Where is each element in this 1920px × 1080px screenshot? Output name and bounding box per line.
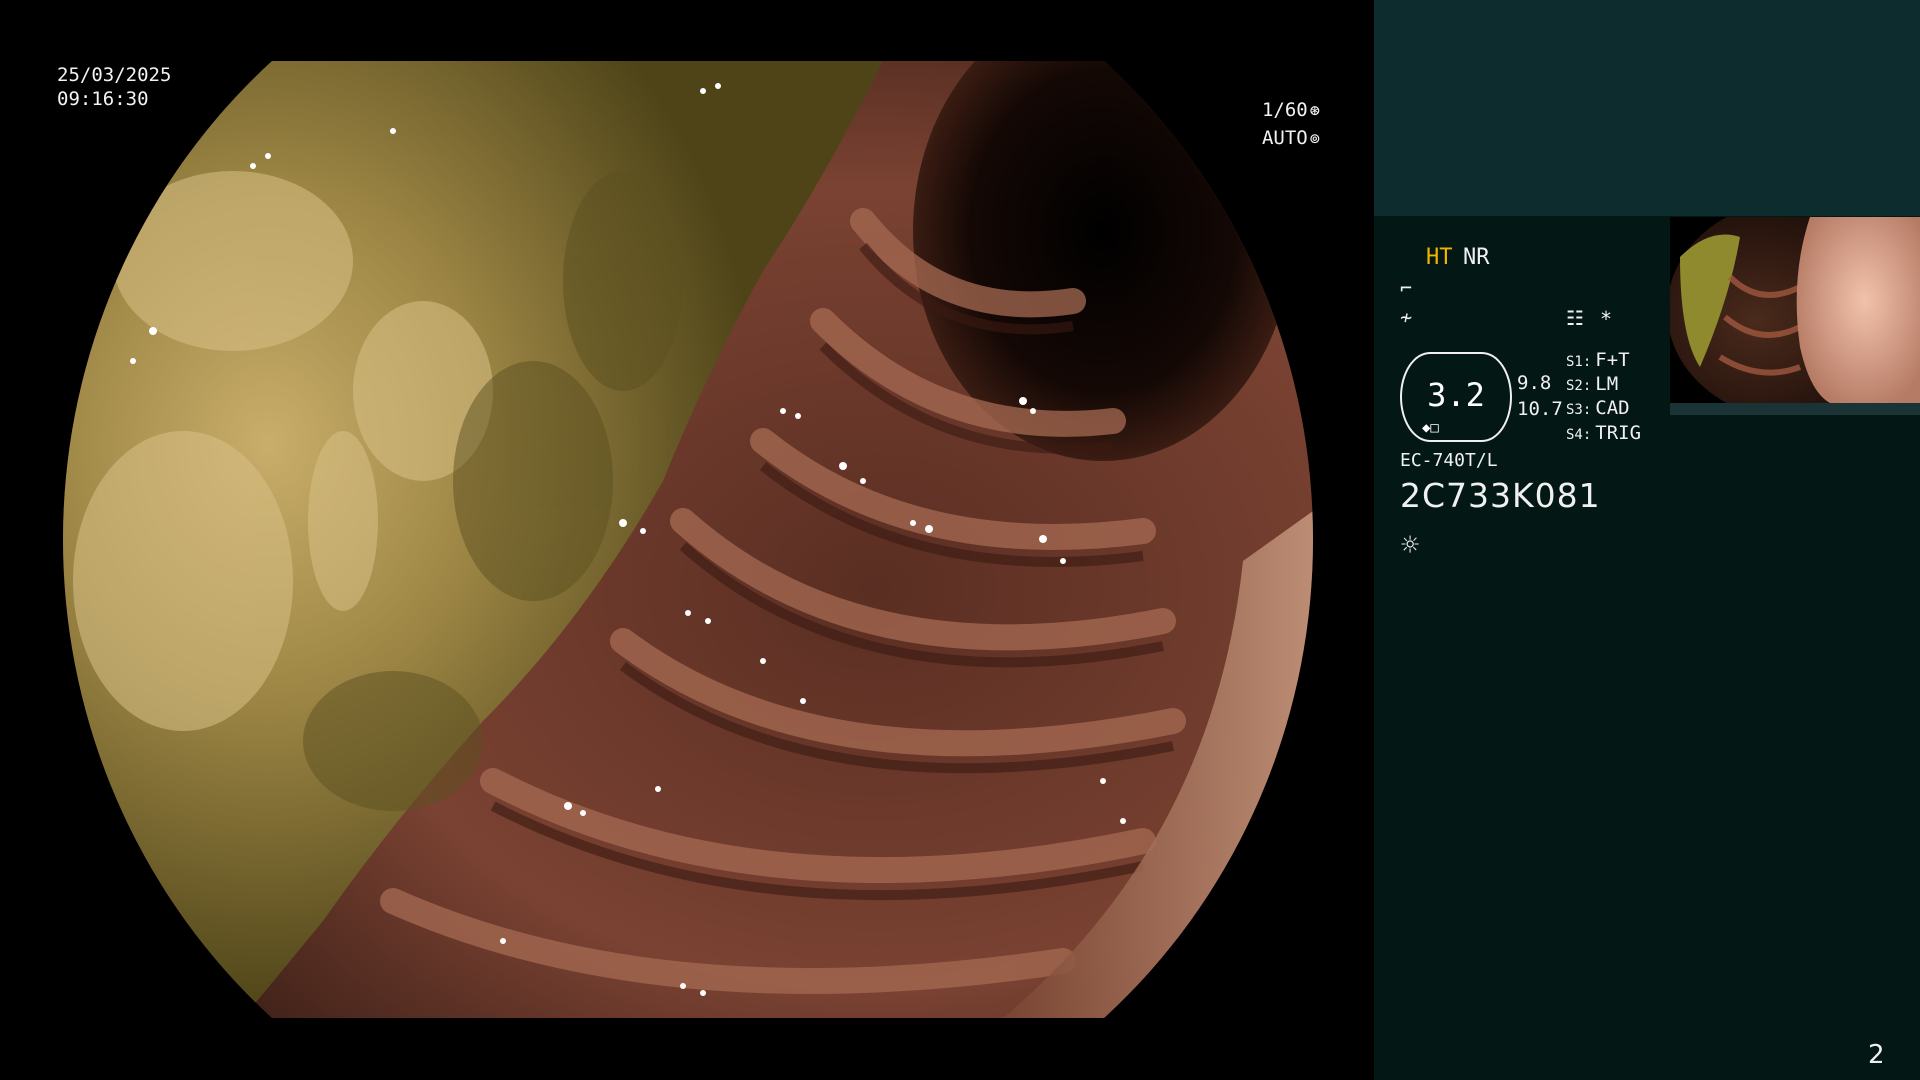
study-date: 25/03/2025 — [57, 64, 172, 86]
panel-header-area — [1374, 0, 1920, 216]
scope-switch-value: CAD — [1595, 397, 1630, 419]
exposure-mode-value: AUTO — [1261, 127, 1308, 149]
enhancement-curve-icon: ⌐ — [1400, 276, 1413, 300]
zoom-badge: 3.2 ◆□ — [1400, 352, 1512, 442]
settings-list-icon: ☷ — [1566, 306, 1584, 330]
mode-ht-indicator: HT — [1426, 245, 1453, 270]
scope-switch-value: LM — [1595, 373, 1619, 395]
scope-switch-1: S1: F+T — [1566, 349, 1630, 371]
lens-value-a: 9.8 — [1517, 372, 1552, 394]
scope-switch-2: S2: LM — [1566, 373, 1618, 395]
scope-switch-key: S2: — [1566, 378, 1592, 394]
study-time: 09:16:30 — [57, 88, 149, 110]
scope-model: EC-740T/L — [1400, 450, 1498, 471]
mode-nr-indicator: NR — [1463, 245, 1490, 270]
endoscope-live-image — [63, 61, 1313, 1018]
frequency-icon: ≁ — [1400, 305, 1413, 329]
zoom-marker-icon: ◆□ — [1422, 420, 1439, 436]
aperture-icon: ⊛ — [1309, 101, 1320, 121]
endoscopy-monitor-screen: 25/03/2025 09:16:30 1/60 ⊛ AUTO ⊚ HT NR ⌐ … — [0, 0, 1920, 1080]
thumbnail-info-bar — [1670, 403, 1920, 415]
colon-lumen-image — [63, 61, 1313, 1018]
capture-thumbnail[interactable] — [1670, 217, 1920, 403]
scope-switch-value: TRIG — [1595, 422, 1642, 444]
thumbnail-image — [1670, 217, 1920, 403]
lens-value-b: 10.7 — [1517, 398, 1563, 420]
scope-switch-key: S1: — [1566, 354, 1592, 370]
exposure-mode: AUTO ⊚ — [1252, 127, 1320, 151]
scope-switch-key: S4: — [1566, 427, 1592, 443]
light-source-icon: ☼ — [1401, 528, 1420, 563]
scope-serial: 2C733K081 — [1400, 476, 1601, 515]
scope-switch-3: S3: CAD — [1566, 397, 1630, 419]
page-number: 2 — [1868, 1040, 1885, 1070]
scope-switch-value: F+T — [1595, 349, 1630, 371]
asterisk-indicator: * — [1600, 307, 1613, 331]
auto-exposure-icon: ⊚ — [1309, 129, 1320, 149]
scope-switch-key: S3: — [1566, 402, 1592, 418]
zoom-value: 3.2 — [1427, 376, 1485, 414]
shutter-speed-value: 1/60 — [1261, 99, 1308, 121]
scope-switch-4: S4: TRIG — [1566, 422, 1641, 444]
shutter-speed: 1/60 ⊛ — [1252, 99, 1320, 123]
